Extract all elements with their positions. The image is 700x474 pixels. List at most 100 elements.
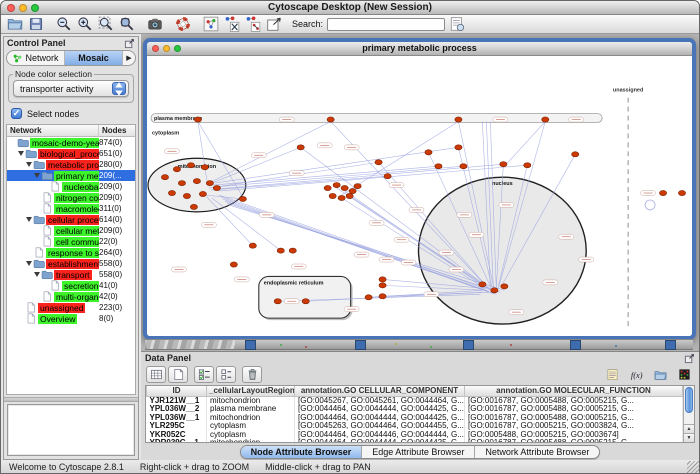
minimize-window-icon[interactable] [19,4,27,12]
select-attrs-icon[interactable] [198,368,211,381]
graph-node[interactable] [194,117,201,122]
panel-splitter[interactable] [4,397,138,402]
graph-node[interactable] [659,190,666,195]
zoom-fit-icon[interactable] [98,16,114,32]
table-row[interactable]: YJR121W__1mitochondrion[GO:0045267, GO:0… [147,396,683,405]
zoom-view-icon[interactable] [174,45,181,52]
tree-row-multi-organism-pro[interactable]: multi-organism pro42(0) [7,291,135,302]
graph-node[interactable] [375,160,382,165]
tab-node-attribute-browser[interactable]: Node Attribute Browser [241,446,362,458]
tree-row-secretion[interactable]: secretion41(0) [7,280,135,291]
minimized-view-icon[interactable] [355,340,366,350]
graph-node[interactable] [193,179,200,184]
graph-node[interactable] [324,185,331,190]
function-icon[interactable]: f(x) [630,368,643,381]
graph-node[interactable] [572,152,579,157]
graph-node[interactable] [187,163,194,168]
scrollbar-thumb[interactable] [685,387,693,413]
tree-row-nitrogen-compo[interactable]: nitrogen compo209(0) [7,192,135,203]
select-attrs-button[interactable] [194,366,214,383]
graph-node[interactable] [435,164,442,169]
graph-node[interactable] [333,182,340,187]
function-button[interactable]: f(x) [626,366,646,383]
minimized-view-icon[interactable] [245,340,256,350]
tab-edge-attribute-browser[interactable]: Edge Attribute Browser [361,446,474,458]
graph-node[interactable] [354,183,361,188]
tree-column-network[interactable]: Network [7,125,99,136]
graph-node[interactable] [491,288,498,293]
tree-row-mosaic-demo-yeast[interactable]: mosaic-demo-yeast874(0) [7,137,135,148]
minimized-view-icon[interactable] [665,340,676,350]
float-panel-icon[interactable] [124,38,135,49]
graph-node[interactable] [239,196,246,201]
graph-node[interactable] [199,191,206,196]
node-color-dropdown[interactable]: transporter activity [13,80,129,97]
notes-button[interactable] [602,366,622,383]
birds-eye-view[interactable] [7,404,135,456]
graph-node[interactable] [379,283,386,288]
expand-triangle-icon[interactable] [25,217,33,222]
graph-node[interactable] [161,175,168,180]
expand-triangle-icon[interactable] [17,151,25,156]
tree-row-overview[interactable]: Overview8(0) [7,313,135,324]
tree-row-cell-communicat[interactable]: cell communicat22(0) [7,236,135,247]
scroll-up-icon[interactable]: ▲ [684,424,694,433]
tab-overflow-arrow-icon[interactable]: ▶ [123,51,135,65]
graph-node[interactable] [230,262,237,267]
graph-node[interactable] [501,284,508,289]
search-input[interactable] [328,19,445,30]
new-attr-button[interactable] [168,366,188,383]
unselect-attrs-button[interactable] [216,366,236,383]
graph-node[interactable] [213,185,220,190]
tree-column-nodes[interactable]: Nodes [99,125,135,136]
tree-row-response-to-stimulu[interactable]: response to stimulu264(0) [7,247,135,258]
graph-node[interactable] [379,277,386,282]
minimize-view-icon[interactable] [163,45,170,52]
float-panel-icon[interactable] [684,353,695,364]
graph-node[interactable] [302,299,309,304]
expand-triangle-icon[interactable] [33,272,41,277]
graph-node[interactable] [190,204,197,209]
expand-triangle-icon[interactable] [33,173,41,178]
overview-icon[interactable] [203,16,219,32]
tree-row-metabolic-process[interactable]: metabolic process280(0) [7,159,135,170]
close-window-icon[interactable] [7,4,15,12]
table-row[interactable]: YKR052Ccytoplasm[GO:0044464, GO:0044446,… [147,431,683,440]
tree-row-cellular-process[interactable]: cellular process614(0) [7,214,135,225]
table-row[interactable]: YLR295Ccytoplasm[GO:0045263, GO:0044464,… [147,422,683,431]
network-canvas[interactable]: plasma membrane cytoplasm mitochondrion … [147,56,692,336]
zoom-in-icon[interactable] [77,16,93,32]
graph-node[interactable] [346,193,353,198]
graph-node[interactable] [274,299,281,304]
tree-row-primary-metabo[interactable]: primary metabo209(... [7,170,135,181]
graph-node[interactable] [341,185,348,190]
graph-node[interactable] [183,193,190,198]
network-view-titlebar[interactable]: primary metabolic process [147,42,692,56]
zoom-selected-icon[interactable] [119,16,135,32]
column-header[interactable]: annotation.GO MOLECULAR_FUNCTION [465,386,683,396]
graph-node[interactable] [500,162,507,167]
tree-row-establishment-of-lo[interactable]: establishment of lo558(0) [7,258,135,269]
graph-node[interactable] [168,190,175,195]
graph-node[interactable] [455,117,462,122]
graph-node[interactable] [338,195,345,200]
snapshot-icon[interactable] [147,16,163,32]
graph-node[interactable] [289,248,296,253]
graph-node[interactable] [455,145,462,150]
expand-triangle-icon[interactable] [25,162,33,167]
tab-network-attribute-browser[interactable]: Network Attribute Browser [474,446,599,458]
graph-node[interactable] [524,163,531,168]
search-config-icon[interactable] [449,16,465,32]
tree-row-transport[interactable]: transport558(0) [7,269,135,280]
graph-node[interactable] [460,164,467,169]
resize-grip[interactable] [687,461,699,473]
new-attr-icon[interactable] [172,368,185,381]
minimized-view-icon[interactable] [463,340,474,350]
import-icon[interactable] [654,368,667,381]
save-icon[interactable] [28,16,44,32]
tab-network[interactable]: Network [7,51,65,65]
matrix-button[interactable] [674,366,694,383]
select-nodes-checkbox[interactable]: ✓ [11,108,22,119]
help-icon[interactable] [175,16,191,32]
matrix-icon[interactable] [678,368,691,381]
